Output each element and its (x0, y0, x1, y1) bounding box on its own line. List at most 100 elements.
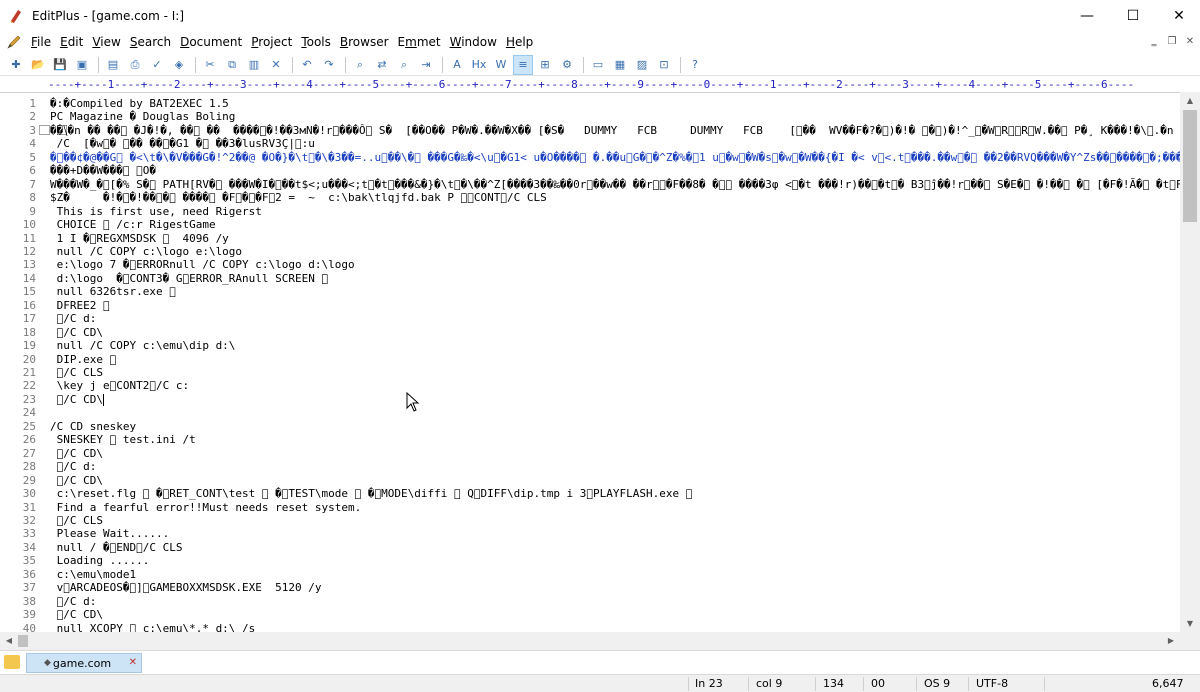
line-text[interactable]: ⃞/C CD\ (50, 447, 103, 461)
line-text[interactable]: �:�Compiled by BAT2EXEC 1.5 (50, 97, 229, 111)
scroll-up-arrow-icon[interactable]: ▲ (1180, 92, 1200, 109)
scroll-down-arrow-icon[interactable]: ▼ (1180, 615, 1200, 632)
line-text[interactable]: DIP.exe ⃞ (50, 353, 117, 367)
editplus-app-icon[interactable] (8, 8, 24, 24)
text-editor[interactable]: 1 �:�Compiled by BAT2EXEC 1.5 2 PC Magazine… (0, 92, 1180, 632)
editor-line[interactable]: 1 �:�Compiled by BAT2EXEC 1.5 (0, 97, 1180, 111)
minimize-button[interactable]: — (1064, 0, 1110, 32)
line-text[interactable]: ⃞/C CD\ (50, 608, 103, 622)
save-all-icon[interactable]: ▣ (72, 55, 92, 75)
editor-line[interactable]: 31 Find a fearful error!!Must needs rese… (0, 501, 1180, 515)
editor-line[interactable]: 16 DFREE2 ⃞ (0, 299, 1180, 313)
line-text[interactable]: ⃞/C CLS (50, 366, 103, 380)
tab-game-com[interactable]: ◆ game.com ✕ (26, 653, 142, 673)
line-text[interactable]: null / �⃞END⃞/C CLS (50, 541, 183, 555)
line-text[interactable]: W���W�_�⃞[�% S�⃞ PATH[RV�⃞ ���W�I�⃞��t$<… (50, 178, 1180, 192)
editor-line[interactable]: 21 ⃞/C CLS (0, 366, 1180, 380)
line-text[interactable]: ⃞/C d: (50, 460, 96, 474)
menu-file[interactable]: File (27, 32, 55, 52)
line-text[interactable]: /C [�w⃞� ⃞�� ��⃞�G1 �⃞ ��3�lusRV3Ç|⃞:u (50, 137, 315, 151)
line-text[interactable]: null XCOPY ⃞ c:\emu\*.* d:\ /s (50, 622, 256, 632)
line-text[interactable]: $Z� �!�⃞�!��⃞�⃞ ����⃞ �F⃞�⃞�F⃞2 = ~ c:\b… (50, 191, 547, 205)
mdi-restore-button[interactable]: ❐ (1164, 34, 1180, 50)
line-text[interactable]: e:\logo 7 �⃞ERRORnull /C COPY c:\logo d:… (50, 258, 355, 272)
menu-document[interactable]: Document (176, 32, 246, 52)
find-icon[interactable]: ⌕ (350, 55, 370, 75)
line-text[interactable]: CHOICE ⃞ /c:r RigestGame (50, 218, 216, 232)
folder-icon[interactable] (4, 655, 20, 669)
editor-line[interactable]: 26 SNESKEY ⃞ test.ini /t (0, 433, 1180, 447)
cut-icon[interactable]: ✂ (200, 55, 220, 75)
scroll-right-arrow-icon[interactable]: ▶ (1162, 632, 1180, 650)
editor-line[interactable]: 4 /C [�w⃞� ⃞�� ��⃞�G1 �⃞ ��3�lusRV3Ç|⃞:u (0, 137, 1180, 151)
replace-icon[interactable]: ⇄ (372, 55, 392, 75)
menu-project[interactable]: Project (247, 32, 296, 52)
editor-line[interactable]: 28 ⃞/C d: (0, 460, 1180, 474)
help-icon[interactable]: ? (685, 55, 705, 75)
editor-line[interactable]: 18 ⃞/C CD\ (0, 326, 1180, 340)
menu-edit[interactable]: Edit (56, 32, 87, 52)
horizontal-scrollbar[interactable]: ◀ ▶ (0, 632, 1180, 650)
editor-line[interactable]: 17 ⃞/C d: (0, 312, 1180, 326)
editor-line[interactable]: 29 ⃞/C CD\ (0, 474, 1180, 488)
editor-line[interactable]: 3⃞��\⃞�n �� ��⃞ �J�!�, ��⃞ �� ����⃞�!��3… (0, 124, 1180, 138)
close-button[interactable]: ✕ (1156, 0, 1200, 32)
vertical-scrollbar[interactable]: ▲ ▼ (1180, 92, 1200, 632)
line-text[interactable]: ⃞��\⃞�n �� ��⃞ �J�!�, ��⃞ �� ����⃞�!��3м… (50, 124, 1180, 138)
delete-icon[interactable]: ✕ (266, 55, 286, 75)
vertical-scroll-thumb[interactable] (1183, 110, 1197, 222)
menu-window[interactable]: Window (446, 32, 501, 52)
directory-icon[interactable]: ▨ (632, 55, 652, 75)
editor-line[interactable]: 40 null XCOPY ⃞ c:\emu\*.* d:\ /s (0, 622, 1180, 632)
save-icon[interactable]: 💾 (50, 55, 70, 75)
menu-view[interactable]: View (88, 32, 124, 52)
line-text[interactable]: null /C COPY c:\logo e:\logo (50, 245, 242, 259)
line-text[interactable]: \key j e⃞CONT2⃞/C c: (50, 379, 189, 393)
line-text[interactable]: v⃞ARCADEOS�⃞]⃞GAMEBOXXMSDSK.EXE 5120 /y (50, 581, 322, 595)
menu-search[interactable]: Search (126, 32, 175, 52)
pencil-icon[interactable] (6, 34, 22, 50)
line-text[interactable]: ⃞/C CD\ (50, 474, 103, 488)
horizontal-scroll-thumb[interactable] (18, 635, 28, 647)
editor-line[interactable]: 27 ⃞/C CD\ (0, 447, 1180, 461)
editor-line[interactable]: 34 null / �⃞END⃞/C CLS (0, 541, 1180, 555)
line-text[interactable]: �⃞��¢�@��G⃞ �<\t�\�V���G�!^2��@ �O�}�\t⃞… (50, 151, 1180, 165)
editor-line[interactable]: 13 e:\logo 7 �⃞ERRORnull /C COPY c:\logo… (0, 258, 1180, 272)
editor-line[interactable]: 15 null 6326tsr.exe ⃞ (0, 285, 1180, 299)
monitor-icon[interactable]: ▭ (588, 55, 608, 75)
line-text[interactable]: c:\reset.flg ⃞ �⃞RET_CONT\test ⃞ �⃞TEST\… (50, 487, 693, 501)
tab-close-icon[interactable]: ✕ (129, 657, 137, 668)
line-text[interactable]: Please Wait...... (50, 527, 170, 541)
paste-icon[interactable]: ▥ (244, 55, 264, 75)
preferences-icon[interactable]: ⚙ (557, 55, 577, 75)
line-text[interactable]: This is first use, need Rigerst (50, 205, 262, 219)
word-wrap-icon[interactable]: W (491, 55, 511, 75)
editor-line[interactable]: 9 This is first use, need Rigerst (0, 205, 1180, 219)
line-text[interactable]: PC Magazine � Douglas Boling (50, 110, 235, 124)
print-preview-icon[interactable]: ▤ (103, 55, 123, 75)
editor-line[interactable]: 12 null /C COPY c:\logo e:\logo (0, 245, 1180, 259)
editor-line[interactable]: 5 �⃞��¢�@��G⃞ �<\t�\�V���G�!^2��@ �O�}�\t… (0, 151, 1180, 165)
maximize-button[interactable]: ☐ (1110, 0, 1156, 32)
spell-check-icon[interactable]: ✓ (147, 55, 167, 75)
editor-line[interactable]: 30 c:\reset.flg ⃞ �⃞RET_CONT\test ⃞ �⃞TE… (0, 487, 1180, 501)
editor-line[interactable]: 38 ⃞/C d: (0, 595, 1180, 609)
line-text[interactable]: 1 I �⃞REGXMSDSK ⃞ 4096 /y (50, 232, 229, 246)
editor-line[interactable]: 14 d:\logo �⃞CONT3� G⃞ERROR_RAnull SCREE… (0, 272, 1180, 286)
line-text[interactable]: ⃞/C CLS (50, 514, 103, 528)
editor-line[interactable]: 37 v⃞ARCADEOS�⃞]⃞GAMEBOXXMSDSK.EXE 5120 … (0, 581, 1180, 595)
find-in-files-icon[interactable]: ⌕ (394, 55, 414, 75)
editor-line[interactable]: 23 ⃞/C CD\ (0, 393, 1180, 407)
undo-icon[interactable]: ↶ (297, 55, 317, 75)
editor-line[interactable]: 24 (0, 406, 1180, 420)
line-text[interactable]: Loading ...... (50, 554, 150, 568)
line-text[interactable]: SNESKEY ⃞ test.ini /t (50, 433, 196, 447)
line-text[interactable]: ���+D��W���⃞ ⃞O� (50, 164, 156, 178)
editor-line[interactable]: 35 Loading ...... (0, 554, 1180, 568)
line-text[interactable]: ⃞/C CD\ (50, 326, 103, 340)
editor-line[interactable]: 19 null /C COPY c:\emu\dip d:\ (0, 339, 1180, 353)
line-text[interactable]: ⃞/C d: (50, 312, 96, 326)
copy-icon[interactable]: ⧉ (222, 55, 242, 75)
line-text[interactable]: null /C COPY c:\emu\dip d:\ (50, 339, 236, 353)
line-text[interactable]: DFREE2 ⃞ (50, 299, 110, 313)
